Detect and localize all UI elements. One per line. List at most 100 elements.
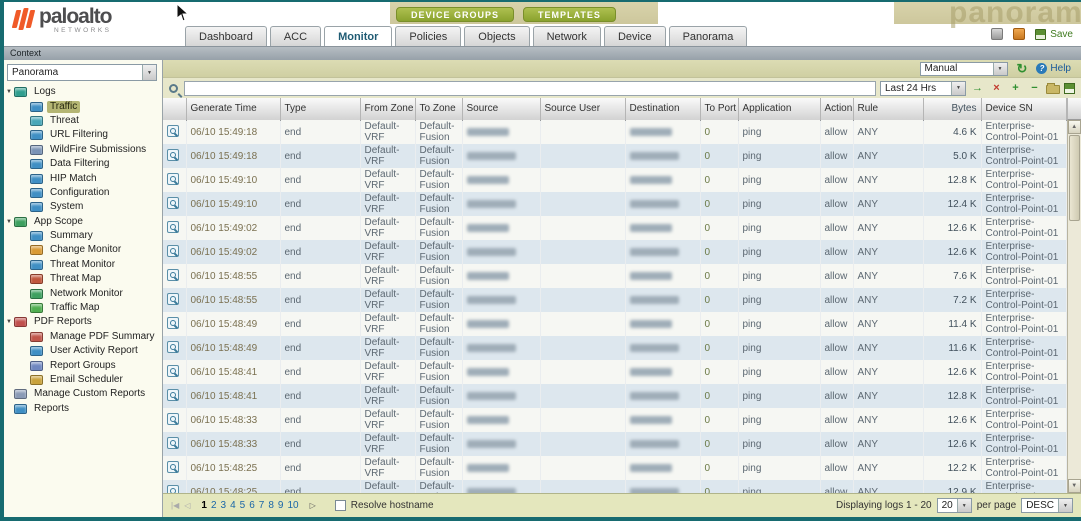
log-row[interactable]: 06/10 15:49:10endDefault-VRFDefault-Fusi… bbox=[163, 192, 1066, 216]
log-row[interactable]: 06/10 15:48:41endDefault-VRFDefault-Fusi… bbox=[163, 360, 1066, 384]
log-detail-icon[interactable] bbox=[167, 269, 179, 281]
per-page-select[interactable]: 20 ▼ bbox=[937, 498, 972, 513]
log-row[interactable]: 06/10 15:48:55endDefault-VRFDefault-Fusi… bbox=[163, 288, 1066, 312]
column-header-device-sn[interactable]: Device SN bbox=[981, 98, 1066, 120]
collapse-icon[interactable]: ▼ bbox=[4, 219, 14, 225]
sort-order-select[interactable]: DESC ▼ bbox=[1021, 498, 1073, 513]
column-header-application[interactable]: Application bbox=[738, 98, 820, 120]
commit-status-icon[interactable] bbox=[1013, 28, 1025, 40]
column-header-generate-time[interactable]: Generate Time bbox=[186, 98, 280, 120]
prev-page-button[interactable]: ◁ bbox=[184, 501, 190, 510]
column-header-type[interactable]: Type bbox=[280, 98, 360, 120]
page-link-4[interactable]: 4 bbox=[230, 500, 236, 511]
log-detail-icon[interactable] bbox=[167, 485, 179, 494]
chevron-down-icon[interactable]: ▼ bbox=[1058, 499, 1072, 512]
first-page-button[interactable]: |◀ bbox=[171, 501, 179, 510]
column-header-destination[interactable]: Destination bbox=[625, 98, 700, 120]
sidebar-item-data-filtering[interactable]: Data Filtering bbox=[4, 157, 162, 171]
tab-monitor[interactable]: Monitor bbox=[324, 26, 392, 46]
sidebar-item-user-activity-report[interactable]: User Activity Report bbox=[4, 344, 162, 358]
log-detail-icon[interactable] bbox=[167, 221, 179, 233]
sidebar-item-email-scheduler[interactable]: Email Scheduler bbox=[4, 373, 162, 387]
export-logs-disk-icon[interactable] bbox=[1064, 83, 1075, 94]
sidebar-item-logs[interactable]: ▼Logs bbox=[4, 85, 162, 99]
page-link-6[interactable]: 6 bbox=[249, 500, 255, 511]
page-link-3[interactable]: 3 bbox=[221, 500, 227, 511]
sidebar-item-report-groups[interactable]: Report Groups bbox=[4, 358, 162, 372]
log-detail-icon[interactable] bbox=[167, 461, 179, 473]
log-detail-icon[interactable] bbox=[167, 125, 179, 137]
sidebar-item-app-scope[interactable]: ▼App Scope bbox=[4, 215, 162, 229]
refresh-icon[interactable]: ↻ bbox=[1017, 62, 1028, 75]
column-header-source-user[interactable]: Source User bbox=[540, 98, 625, 120]
log-detail-icon[interactable] bbox=[167, 149, 179, 161]
log-detail-icon[interactable] bbox=[167, 389, 179, 401]
chevron-down-icon[interactable]: ▼ bbox=[993, 63, 1007, 75]
vertical-scrollbar[interactable]: ▲ ▼ bbox=[1067, 120, 1081, 493]
templates-button[interactable]: TEMPLATES bbox=[523, 7, 616, 22]
search-icon[interactable] bbox=[169, 84, 178, 93]
sidebar-item-traffic-map[interactable]: Traffic Map bbox=[4, 301, 162, 315]
log-row[interactable]: 06/10 15:49:02endDefault-VRFDefault-Fusi… bbox=[163, 240, 1066, 264]
chevron-down-icon[interactable]: ▼ bbox=[142, 65, 156, 80]
log-row[interactable]: 06/10 15:48:49endDefault-VRFDefault-Fusi… bbox=[163, 312, 1066, 336]
log-detail-icon[interactable] bbox=[167, 197, 179, 209]
page-link-2[interactable]: 2 bbox=[211, 500, 217, 511]
column-header-to-zone[interactable]: To Zone bbox=[415, 98, 462, 120]
sidebar-item-traffic[interactable]: Traffic bbox=[4, 99, 162, 113]
page-link-9[interactable]: 9 bbox=[278, 500, 284, 511]
log-row[interactable]: 06/10 15:48:25endDefault-VRFDefault-Fusi… bbox=[163, 480, 1066, 493]
tab-dashboard[interactable]: Dashboard bbox=[185, 26, 267, 46]
sidebar-item-system[interactable]: System bbox=[4, 200, 162, 214]
tab-panorama[interactable]: Panorama bbox=[669, 26, 748, 46]
session-status-icon[interactable] bbox=[991, 28, 1003, 40]
chevron-down-icon[interactable]: ▼ bbox=[957, 499, 971, 512]
save-button[interactable]: Save bbox=[1035, 29, 1073, 40]
log-detail-icon[interactable] bbox=[167, 317, 179, 329]
log-row[interactable]: 06/10 15:49:10endDefault-VRFDefault-Fusi… bbox=[163, 168, 1066, 192]
log-detail-icon[interactable] bbox=[167, 293, 179, 305]
time-range-select[interactable]: Last 24 Hrs ▼ bbox=[880, 81, 966, 96]
sidebar-item-manage-pdf-summary[interactable]: Manage PDF Summary bbox=[4, 330, 162, 344]
sidebar-item-configuration[interactable]: Configuration bbox=[4, 186, 162, 200]
scrollbar-thumb[interactable] bbox=[1069, 135, 1081, 221]
log-row[interactable]: 06/10 15:48:33endDefault-VRFDefault-Fusi… bbox=[163, 432, 1066, 456]
refresh-mode-select[interactable]: Manual ▼ bbox=[920, 62, 1008, 76]
page-link-7[interactable]: 7 bbox=[259, 500, 265, 511]
log-detail-icon[interactable] bbox=[167, 173, 179, 185]
page-link-5[interactable]: 5 bbox=[240, 500, 246, 511]
log-row[interactable]: 06/10 15:48:41endDefault-VRFDefault-Fusi… bbox=[163, 384, 1066, 408]
column-header-to-port[interactable]: To Port bbox=[700, 98, 738, 120]
sidebar-item-network-monitor[interactable]: Network Monitor bbox=[4, 286, 162, 300]
scroll-down-icon[interactable]: ▼ bbox=[1068, 479, 1081, 493]
collapse-icon[interactable]: ▼ bbox=[4, 89, 14, 95]
page-link-10[interactable]: 10 bbox=[287, 500, 298, 511]
column-header-bytes[interactable]: Bytes bbox=[923, 98, 981, 120]
sidebar-item-manage-custom-reports[interactable]: Manage Custom Reports bbox=[4, 387, 162, 401]
apply-filter-icon[interactable]: → bbox=[970, 81, 985, 96]
context-select[interactable]: Panorama ▼ bbox=[7, 64, 157, 81]
log-filter-input[interactable] bbox=[184, 81, 876, 96]
log-row[interactable]: 06/10 15:48:55endDefault-VRFDefault-Fusi… bbox=[163, 264, 1066, 288]
log-row[interactable]: 06/10 15:49:18endDefault-VRFDefault-Fusi… bbox=[163, 144, 1066, 168]
log-row[interactable]: 06/10 15:49:18endDefault-VRFDefault-Fusi… bbox=[163, 120, 1066, 144]
page-link-8[interactable]: 8 bbox=[268, 500, 274, 511]
clear-filter-icon[interactable]: × bbox=[989, 81, 1004, 96]
sidebar-item-reports[interactable]: Reports bbox=[4, 402, 162, 416]
add-filter-icon[interactable]: + bbox=[1008, 81, 1023, 96]
column-header-rule[interactable]: Rule bbox=[853, 98, 923, 120]
sidebar-item-url-filtering[interactable]: URL Filtering bbox=[4, 128, 162, 142]
next-page-button[interactable]: ▷ bbox=[310, 501, 316, 510]
tab-acc[interactable]: ACC bbox=[270, 26, 321, 46]
column-header-action[interactable]: Action bbox=[820, 98, 853, 120]
load-filter-folder-icon[interactable] bbox=[1046, 85, 1060, 94]
tab-policies[interactable]: Policies bbox=[395, 26, 461, 46]
log-row[interactable]: 06/10 15:48:33endDefault-VRFDefault-Fusi… bbox=[163, 408, 1066, 432]
log-detail-icon[interactable] bbox=[167, 245, 179, 257]
collapse-icon[interactable]: ▼ bbox=[4, 319, 14, 325]
chevron-down-icon[interactable]: ▼ bbox=[951, 82, 965, 95]
log-row[interactable]: 06/10 15:48:49endDefault-VRFDefault-Fusi… bbox=[163, 336, 1066, 360]
log-row[interactable]: 06/10 15:48:25endDefault-VRFDefault-Fusi… bbox=[163, 456, 1066, 480]
log-detail-icon[interactable] bbox=[167, 413, 179, 425]
sidebar-item-hip-match[interactable]: HIP Match bbox=[4, 171, 162, 185]
